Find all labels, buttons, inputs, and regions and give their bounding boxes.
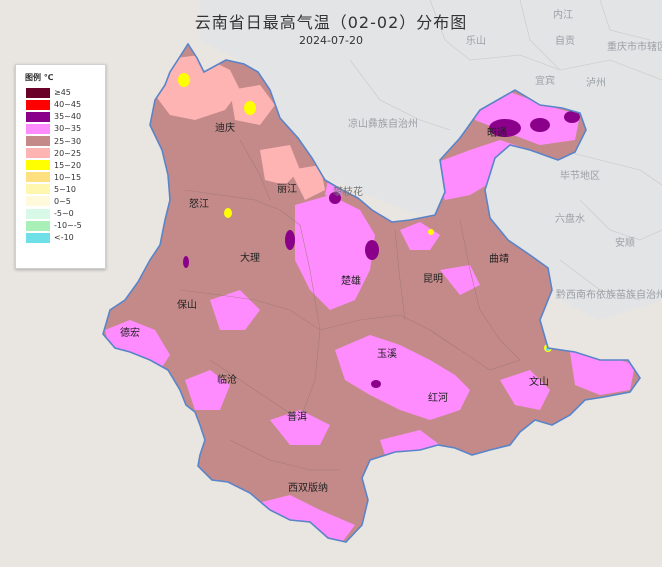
legend-swatch: [26, 111, 50, 122]
bg-label-qianxinan: 黔西南布依族苗族自治州: [556, 290, 662, 301]
legend-item: 0~5: [26, 196, 82, 207]
legend-items: ≥45 40~45 35~40 30~35 25~30 20~25 15~20 10~15 5~…: [26, 87, 82, 244]
legend-title: 图例 ℃: [25, 73, 54, 82]
legend-label: 20~25: [54, 148, 82, 158]
legend-swatch: [26, 136, 50, 147]
legend-item: 20~25: [26, 147, 82, 159]
legend-label: -10~-5: [54, 221, 82, 231]
legend-swatch: [26, 172, 50, 183]
bg-label-liupanshui: 六盘水: [555, 214, 585, 225]
legend-label: 30~35: [54, 124, 82, 134]
legend-item: -10~-5: [26, 220, 82, 231]
legend-item: 15~20: [26, 160, 82, 171]
legend-swatch: [26, 184, 50, 195]
city-label-honghe: 红河: [428, 393, 448, 404]
city-label-zhaotong: 昭通: [487, 128, 507, 139]
bg-label-chongqing: 重庆市市辖区: [607, 42, 662, 53]
bg-label-leshan: 乐山: [466, 36, 486, 47]
city-label-puer: 普洱: [287, 412, 307, 423]
city-label-dehong: 德宏: [120, 328, 140, 339]
legend-swatch: [26, 160, 50, 171]
legend-label: 35~40: [54, 112, 82, 122]
legend-item: <-10: [26, 232, 82, 243]
city-label-wenshan: 文山: [529, 377, 549, 388]
bg-label-luzhou: 泸州: [586, 78, 606, 89]
legend-panel: 图例 ℃ ≥45 40~45 35~40 30~35 25~30 20~25 15~20 10…: [15, 64, 106, 269]
city-label-lincang: 临沧: [217, 375, 237, 386]
city-label-xishuangbanna: 西双版纳: [288, 483, 328, 494]
city-label-yuxi: 玉溪: [377, 349, 397, 360]
legend-item: 35~40: [26, 111, 82, 122]
legend-swatch: [26, 232, 50, 243]
bg-label-zigong: 自贡: [555, 36, 575, 47]
city-label-qujing: 曲靖: [489, 254, 509, 265]
legend-swatch: [26, 148, 50, 159]
legend-swatch: [26, 123, 50, 134]
legend-item: -5~0: [26, 208, 82, 219]
legend-item: 5~10: [26, 184, 82, 195]
legend-label: 5~10: [54, 184, 76, 194]
legend-item: 40~45: [26, 99, 82, 110]
city-label-chuxiong: 楚雄: [341, 276, 361, 287]
legend-label: <-10: [54, 233, 74, 243]
legend-swatch: [26, 196, 50, 207]
legend-item: ≥45: [26, 87, 82, 98]
bg-label-anshun: 安顺: [615, 238, 635, 249]
legend-label: ≥45: [54, 88, 71, 98]
legend-swatch: [26, 99, 50, 110]
legend-label: 0~5: [54, 196, 71, 206]
legend-label: 40~45: [54, 100, 82, 110]
city-label-diqing: 迪庆: [215, 123, 235, 134]
city-label-baoshan: 保山: [177, 300, 197, 311]
city-label-nujiang: 怒江: [189, 199, 209, 210]
bg-label-liangshan: 凉山彝族自治州: [348, 119, 418, 130]
bg-label-neijiang: 内江: [553, 10, 573, 21]
legend-item: 25~30: [26, 135, 82, 147]
legend-label: 15~20: [54, 160, 82, 170]
legend-swatch: [26, 208, 50, 219]
legend-swatch: [26, 220, 50, 231]
legend-item: 10~15: [26, 172, 82, 183]
legend-label: 25~30: [54, 136, 82, 146]
city-label-dali: 大理: [240, 253, 260, 264]
bg-label-yibin: 宜宾: [535, 76, 555, 87]
legend-item: 30~35: [26, 123, 82, 134]
bg-label-bijie: 毕节地区: [560, 171, 600, 182]
city-label-lijiang: 丽江: [277, 184, 297, 195]
city-label-kunming: 昆明: [423, 274, 443, 285]
legend-label: -5~0: [54, 209, 74, 219]
bg-label-panzhihua: 攀枝花: [333, 187, 363, 198]
legend-label: 10~15: [54, 172, 82, 182]
legend-swatch: [26, 87, 50, 98]
